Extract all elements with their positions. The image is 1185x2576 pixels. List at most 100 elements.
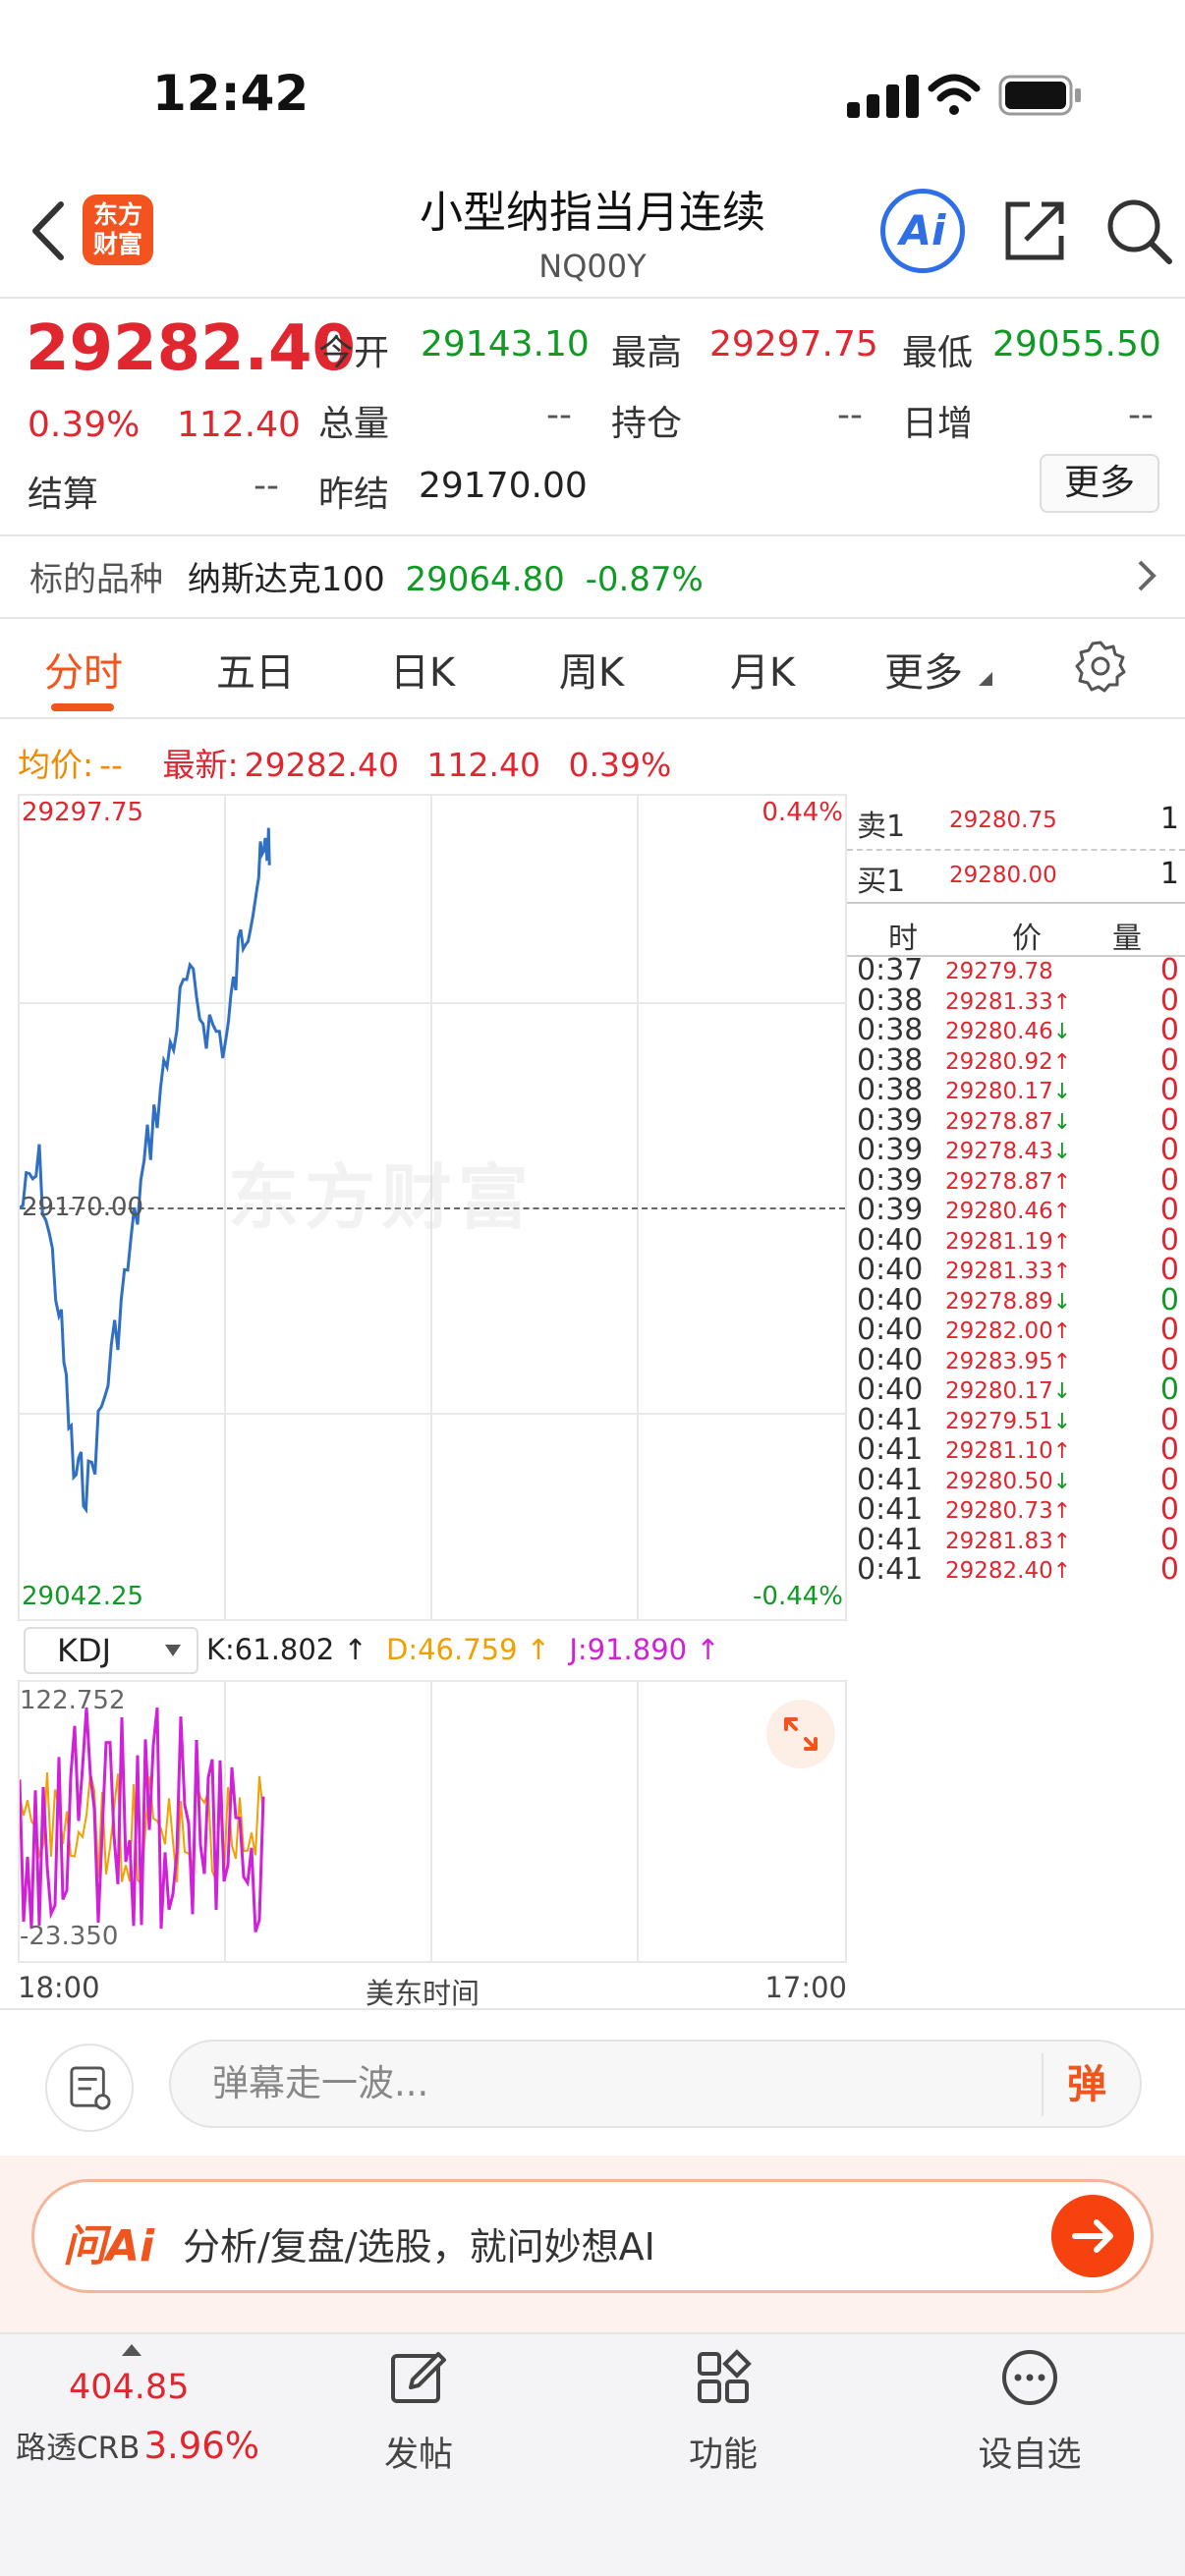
change-pct: 0.39% xyxy=(28,405,141,445)
y-axis-top: 29297.75 xyxy=(22,798,144,827)
tick-row: 0:41 29280.73↑ 0 xyxy=(857,1492,1179,1527)
latest-info-row: 均价: -- 最新: 29282.40 112.40 0.39% xyxy=(18,746,672,784)
volume-value: -- xyxy=(546,395,572,435)
settle-value: -- xyxy=(254,466,279,506)
high-label: 最高 xyxy=(611,333,683,373)
tick-row: 0:39 29278.87↑ 0 xyxy=(857,1162,1179,1198)
tick-row: 0:40 29281.33↑ 0 xyxy=(857,1253,1179,1287)
daily-inc-value: -- xyxy=(1128,395,1154,435)
open-label: 今开 xyxy=(318,333,390,373)
battery-icon xyxy=(998,75,1081,116)
edit-icon[interactable] xyxy=(389,2348,448,2407)
chevron-down-icon xyxy=(165,1645,181,1656)
underlying-change: -0.87% xyxy=(585,560,704,599)
tick-row: 0:39 29278.87↓ 0 xyxy=(857,1102,1179,1138)
underlying-name: 纳斯达克100 xyxy=(187,560,385,599)
nav-function[interactable]: 功能 xyxy=(664,2427,782,2477)
tab-more[interactable]: 更多 xyxy=(875,641,973,698)
comment-list-icon[interactable] xyxy=(45,2044,134,2132)
tick-row: 0:41 29279.51↓ 0 xyxy=(857,1402,1179,1437)
page-title: 小型纳指当月连续 xyxy=(420,188,765,238)
ticks-header: 时 价 量 xyxy=(888,922,1142,956)
ticker-item[interactable]: 路透CRB 3.96% xyxy=(16,2423,259,2467)
position-value: -- xyxy=(837,395,863,435)
expand-icon[interactable] xyxy=(766,1700,835,1768)
low-label: 最低 xyxy=(902,333,974,373)
wifi-icon xyxy=(928,74,981,115)
chevron-right-icon[interactable] xyxy=(1130,556,1163,595)
ai-prompt-text: 分析/复盘/选股，就问妙想AI xyxy=(183,2225,655,2268)
tab-month-k[interactable]: 月K xyxy=(713,641,812,698)
arrow-right-icon[interactable] xyxy=(1051,2195,1134,2277)
prev-settle-value: 29170.00 xyxy=(419,466,588,506)
daily-inc-label: 日增 xyxy=(902,404,974,444)
ai-button[interactable]: Ai xyxy=(880,189,965,273)
tick-row: 0:38 29280.46↓ 0 xyxy=(857,1013,1179,1047)
y-axis-bottom: 29042.25 xyxy=(22,1582,144,1611)
ticker-value[interactable]: 404.85 xyxy=(69,2368,189,2407)
caret-up-icon xyxy=(122,2344,141,2356)
indicator-select[interactable]: KDJ xyxy=(24,1627,198,1674)
nav-post[interactable]: 发帖 xyxy=(360,2427,478,2477)
tab-five-day[interactable]: 五日 xyxy=(206,641,305,698)
tick-row: 0:41 29281.83↑ 0 xyxy=(857,1522,1179,1557)
pct-axis-bottom: -0.44% xyxy=(753,1582,843,1611)
kdj-y-bottom: -23.350 xyxy=(20,1922,119,1951)
tick-row: 0:38 29281.33↑ 0 xyxy=(857,982,1179,1018)
tick-row: 0:40 29281.19↑ 0 xyxy=(857,1222,1179,1258)
tick-row: 0:38 29280.17↓ 0 xyxy=(857,1073,1179,1107)
kdj-chart[interactable]: 122.752 -23.350 xyxy=(18,1680,847,1963)
tick-row: 0:40 29278.89↓ 0 xyxy=(857,1282,1179,1317)
high-value: 29297.75 xyxy=(709,324,878,364)
danmu-input[interactable]: 弹幕走一波... xyxy=(169,2040,1142,2128)
tab-week-k[interactable]: 周K xyxy=(542,641,641,698)
tick-row: 0:39 29278.43↓ 0 xyxy=(857,1133,1179,1167)
pct-axis-top: 0.44% xyxy=(762,798,843,827)
tick-row: 0:38 29280.92↑ 0 xyxy=(857,1042,1179,1078)
settings-icon[interactable] xyxy=(1073,639,1128,694)
more-dots-icon[interactable] xyxy=(1000,2348,1059,2407)
app-logo: 东方 财富 xyxy=(83,195,153,265)
grid-icon[interactable] xyxy=(694,2348,753,2407)
back-icon[interactable] xyxy=(22,196,81,265)
status-time: 12:42 xyxy=(152,65,310,122)
tick-row: 0:41 29281.10↑ 0 xyxy=(857,1432,1179,1467)
signal-icon xyxy=(847,75,919,118)
position-label: 持仓 xyxy=(611,404,683,444)
volume-label: 总量 xyxy=(318,404,390,444)
tab-day-k[interactable]: 日K xyxy=(373,641,472,698)
dropdown-corner-icon xyxy=(979,672,992,686)
kdj-lines xyxy=(20,1707,265,1932)
tick-row: 0:40 29280.17↓ 0 xyxy=(857,1372,1179,1407)
bid-row: 买1 29280.00 1 xyxy=(857,857,1179,899)
low-value: 29055.50 xyxy=(992,324,1161,364)
search-icon[interactable] xyxy=(1102,195,1175,267)
y-axis-mid: 29170.00 xyxy=(22,1193,144,1222)
underlying-label: 标的品种 xyxy=(29,560,163,599)
instrument-code: NQ00Y xyxy=(538,248,647,285)
underlying-row[interactable]: 标的品种 纳斯达克100 29064.80 -0.87% xyxy=(29,552,704,600)
open-value: 29143.10 xyxy=(421,324,590,364)
ask-row: 卖1 29280.75 1 xyxy=(857,802,1179,844)
prev-settle-label: 昨结 xyxy=(318,475,390,515)
last-price: 29282.40 xyxy=(26,312,357,385)
more-button[interactable]: 更多 xyxy=(1040,454,1159,513)
kdj-y-top: 122.752 xyxy=(20,1686,126,1715)
settle-label: 结算 xyxy=(28,475,99,515)
intraday-chart[interactable]: 东方财富 29297.75 29170.00 29042.25 0.44% -0… xyxy=(18,794,847,1621)
tick-row: 0:37 29279.78 0 xyxy=(857,953,1179,987)
underlying-price: 29064.80 xyxy=(405,560,565,599)
tab-intraday[interactable]: 分时 xyxy=(39,641,128,698)
kdj-values: K:61.802 ↑ D:46.759 ↑ J:91.890 ↑ xyxy=(206,1633,720,1666)
tick-row: 0:41 29282.40↑ 0 xyxy=(857,1552,1179,1587)
tick-row: 0:39 29280.46↑ 0 xyxy=(857,1193,1179,1227)
danmu-button[interactable]: 弹 xyxy=(1042,2053,1130,2116)
ai-logo: 问Ai xyxy=(63,2221,155,2271)
active-tab-indicator xyxy=(51,703,114,711)
tick-row: 0:40 29283.95↑ 0 xyxy=(857,1342,1179,1377)
tick-row: 0:40 29282.00↑ 0 xyxy=(857,1313,1179,1347)
nav-watchlist[interactable]: 设自选 xyxy=(961,2427,1099,2477)
share-icon[interactable] xyxy=(1000,196,1069,265)
change-value: 112.40 xyxy=(177,405,301,445)
tick-row: 0:41 29280.50↓ 0 xyxy=(857,1462,1179,1497)
